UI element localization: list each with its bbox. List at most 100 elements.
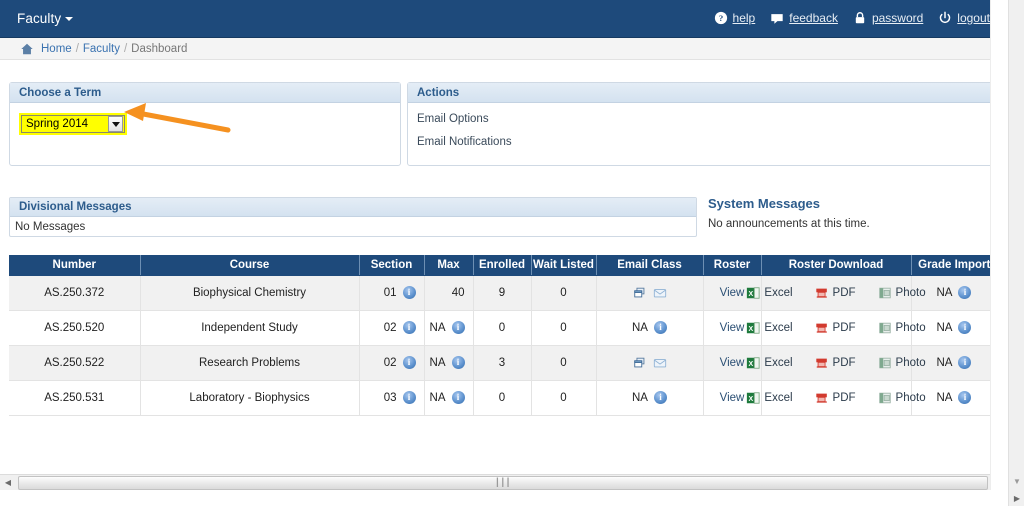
vertical-scrollbar[interactable]: ▼ ▶ (1008, 0, 1024, 506)
choose-term-body: Spring 2014 (10, 103, 400, 145)
roster-view-link[interactable]: View (720, 287, 745, 299)
info-icon[interactable]: i (653, 321, 667, 334)
info-icon[interactable]: i (653, 391, 667, 404)
nav-help-label: help (732, 11, 756, 25)
email-notifications-link[interactable]: Email Notifications (417, 136, 987, 149)
download-pdf-link[interactable]: PDF (815, 391, 856, 405)
download-excel-link[interactable]: X Excel (746, 391, 793, 405)
max-value: NA (429, 321, 446, 334)
email-copy-icon[interactable] (633, 286, 647, 300)
cell-course: Laboratory - Biophysics (140, 380, 360, 416)
scroll-left-arrow-icon[interactable]: ◀ (0, 475, 16, 491)
email-envelope-icon[interactable] (653, 356, 667, 370)
info-icon[interactable]: i (402, 321, 416, 334)
email-envelope-icon[interactable] (653, 286, 667, 300)
divisional-messages-header: Divisional Messages (10, 198, 696, 217)
download-pdf-link[interactable]: PDF (815, 286, 856, 300)
cell-roster-download: X Excel PDF Photo (747, 275, 926, 311)
download-pdf-label: PDF (832, 356, 856, 369)
download-photo-link[interactable]: Photo (878, 286, 926, 300)
top-navbar: Faculty ? help feedback password logout (0, 0, 1006, 38)
brand-label: Faculty (17, 11, 62, 26)
system-messages-title: System Messages (708, 196, 821, 211)
breadcrumb-faculty-link[interactable]: Faculty (83, 43, 120, 55)
download-pdf-link[interactable]: PDF (815, 356, 856, 370)
info-icon[interactable]: i (958, 286, 972, 299)
hscroll-thumb[interactable]: ┃┃┃ (18, 475, 988, 490)
course-table: Number Course Section Max Enrolled Wait … (9, 255, 998, 416)
browser-window: Faculty ? help feedback password logout … (0, 0, 1024, 506)
roster-view-link[interactable]: View (720, 392, 745, 404)
page-right-gutter (990, 0, 1008, 490)
choose-term-title: Choose a Term (19, 86, 102, 99)
hscroll-track[interactable]: ┃┃┃ (16, 475, 992, 491)
svg-text:X: X (749, 361, 754, 368)
info-icon[interactable]: i (402, 391, 416, 404)
download-excel-link[interactable]: X Excel (746, 356, 793, 370)
horizontal-scrollbar[interactable]: ◀ ┃┃┃ ▶ (0, 474, 1008, 490)
table-row: AS.250.522 Research Problems 02 i NA i 3 0 View X… (9, 345, 998, 381)
vscroll-down-hint-icon[interactable]: ▼ (1009, 474, 1024, 488)
download-pdf-link[interactable]: PDF (815, 321, 856, 335)
nav-password-link[interactable]: password (853, 11, 923, 25)
info-icon[interactable]: i (451, 356, 465, 369)
course-table-body: AS.250.372 Biophysical Chemistry 01 i 40 9 0 Vi… (9, 275, 998, 416)
info-icon[interactable]: i (958, 321, 972, 334)
nav-logout-link[interactable]: logout (938, 11, 990, 25)
download-pdf-label: PDF (832, 321, 856, 334)
vscroll-bottom-arrow-icon[interactable]: ▶ (1009, 490, 1024, 506)
actions-header: Actions (408, 83, 996, 103)
cell-section: 03 i (359, 380, 425, 416)
grade-import-label: NA (936, 356, 953, 369)
cell-number: AS.250.522 (9, 345, 141, 381)
download-excel-link[interactable]: X Excel (746, 321, 793, 335)
max-value: NA (429, 356, 446, 369)
na-with-info: NA i (605, 321, 695, 334)
section-value: 01 (383, 286, 397, 299)
download-excel-label: Excel (764, 286, 793, 299)
cell-course: Independent Study (140, 310, 360, 346)
email-options-link[interactable]: Email Options (417, 113, 987, 126)
cell-course: Biophysical Chemistry (140, 275, 360, 311)
brand-faculty-menu[interactable]: Faculty (17, 11, 74, 26)
cell-number: AS.250.531 (9, 380, 141, 416)
breadcrumb-home-link[interactable]: Home (41, 43, 72, 55)
info-icon[interactable]: i (402, 356, 416, 369)
cell-section: 02 i (359, 310, 425, 346)
breadcrumb: Home / Faculty / Dashboard (20, 42, 187, 56)
download-pdf-label: PDF (832, 391, 856, 404)
download-photo-link[interactable]: Photo (878, 391, 926, 405)
section-value: 02 (383, 356, 397, 369)
download-excel-link[interactable]: X Excel (746, 286, 793, 300)
info-icon[interactable]: i (451, 321, 465, 334)
divisional-messages-title: Divisional Messages (19, 201, 132, 213)
na-label: NA (632, 321, 648, 334)
cell-enrolled: 3 (473, 345, 532, 381)
email-copy-icon[interactable] (633, 356, 647, 370)
col-course: Course (140, 255, 360, 276)
course-table-header-row: Number Course Section Max Enrolled Wait … (9, 255, 997, 276)
term-select[interactable]: Spring 2014 (21, 115, 125, 133)
nav-feedback-link[interactable]: feedback (770, 11, 838, 25)
download-photo-link[interactable]: Photo (878, 356, 926, 370)
cell-roster-download: X Excel PDF Photo (747, 345, 926, 381)
nav-help-link[interactable]: ? help (714, 11, 756, 25)
breadcrumb-current: Dashboard (131, 43, 188, 55)
term-select-dropdown-button[interactable] (108, 116, 123, 132)
table-row: AS.250.531 Laboratory - Biophysics 03 i NA i 0… (9, 380, 998, 416)
roster-view-link[interactable]: View (720, 357, 745, 369)
divisional-messages-panel: Divisional Messages No Messages (9, 197, 697, 237)
info-icon[interactable]: i (958, 391, 972, 404)
cell-course: Research Problems (140, 345, 360, 381)
info-icon[interactable]: i (451, 391, 465, 404)
roster-view-link[interactable]: View (720, 322, 745, 334)
info-icon[interactable]: i (958, 356, 972, 369)
email-class-icons (605, 356, 695, 370)
navbar-right-links: ? help feedback password logout (714, 11, 990, 25)
caret-down-icon (111, 121, 120, 127)
breadcrumb-sep-2: / (123, 43, 128, 55)
download-photo-label: Photo (895, 356, 926, 369)
cell-section: 02 i (359, 345, 425, 381)
download-photo-link[interactable]: Photo (878, 321, 926, 335)
info-icon[interactable]: i (402, 286, 416, 299)
